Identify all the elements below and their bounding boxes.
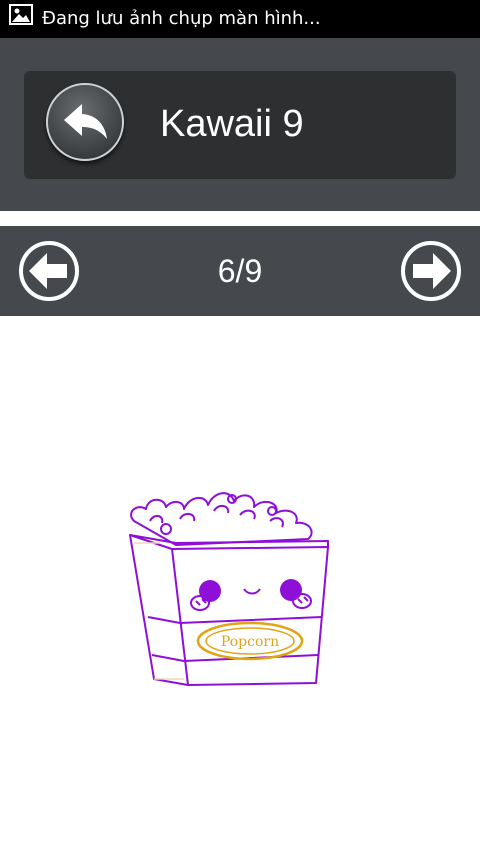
pager-bar: 6/9 [0,226,480,316]
status-notification-text: Đang lưu ảnh chụp màn hình... [42,8,321,29]
popcorn-label: Popcorn [221,634,279,650]
status-bar: Đang lưu ảnh chụp màn hình... [0,0,480,38]
title-card: Kawaii 9 [24,71,456,179]
previous-page-button[interactable] [17,239,81,303]
page-indicator: 6/9 [217,253,263,289]
arrow-right-circle-icon [399,241,463,307]
popcorn-drawing: Popcorn [129,492,329,686]
next-page-button[interactable] [399,239,463,303]
back-button[interactable] [46,83,124,161]
page-title: Kawaii 9 [160,103,304,145]
drawing-canvas: Popcorn [0,316,480,854]
arrow-left-circle-icon [17,241,81,307]
header: Kawaii 9 [0,38,480,211]
image-icon [9,4,35,26]
